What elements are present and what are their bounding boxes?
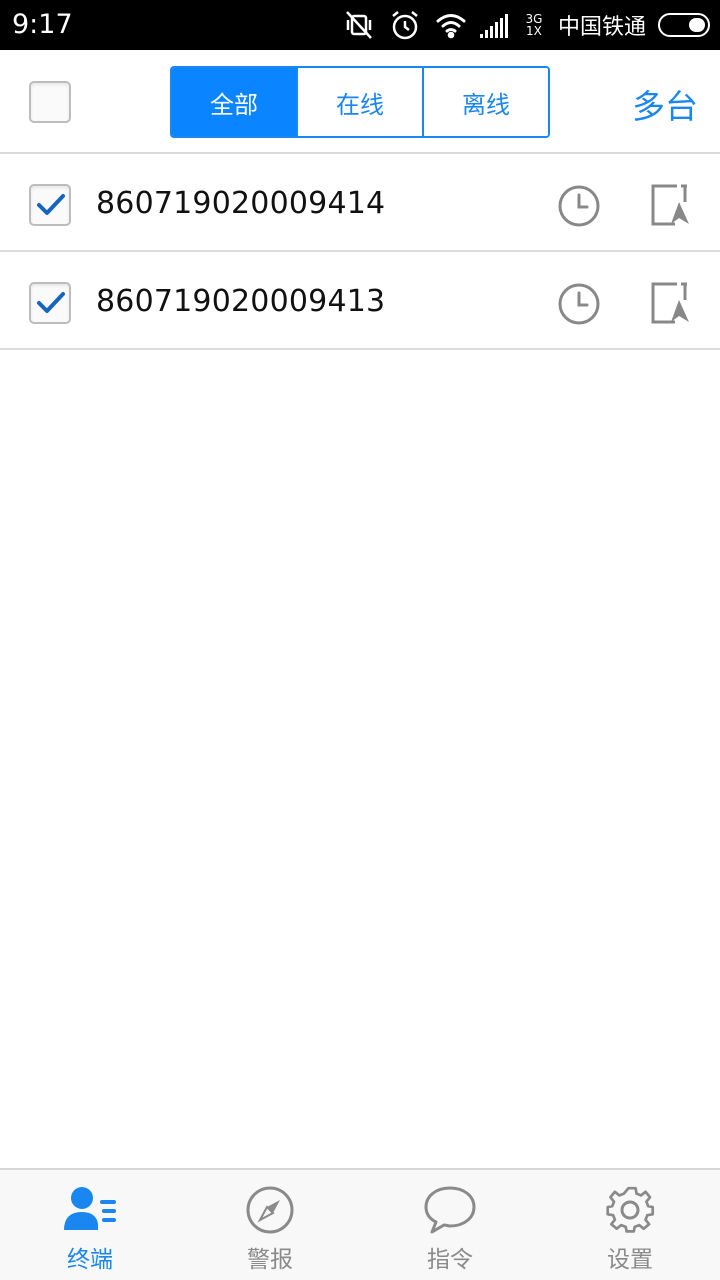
network-type-bottom: 1X — [526, 24, 542, 38]
network-type: 3G 1X — [522, 13, 546, 37]
device-checkbox[interactable] — [29, 184, 71, 226]
device-id: 860719020009414 — [96, 186, 386, 221]
status-filter-segment: 全部 在线 离线 — [170, 66, 550, 138]
status-bar: 9:17 3G 1X 中国铁通 — [0, 0, 720, 50]
status-time: 9:17 — [12, 9, 73, 40]
tab-command[interactable]: 指令 — [360, 1170, 540, 1280]
wifi-icon — [434, 8, 468, 42]
segment-online[interactable]: 在线 — [296, 68, 422, 136]
segment-all[interactable]: 全部 — [172, 68, 296, 136]
device-row[interactable]: 860719020009414 — [0, 154, 720, 252]
tab-alarm[interactable]: 警报 — [180, 1170, 360, 1280]
clock-icon[interactable] — [557, 184, 601, 228]
vibrate-off-icon — [342, 8, 376, 42]
segment-offline[interactable]: 离线 — [422, 68, 548, 136]
navigation-map-icon[interactable] — [647, 182, 691, 228]
select-all-checkbox[interactable] — [29, 81, 71, 123]
chat-bubble-icon — [424, 1186, 476, 1234]
device-id: 860719020009413 — [96, 284, 386, 319]
check-mark-icon — [37, 194, 65, 215]
tab-terminal[interactable]: 终端 — [0, 1170, 180, 1280]
tab-command-label: 指令 — [427, 1247, 473, 1273]
device-checkbox[interactable] — [29, 282, 71, 324]
gear-icon — [606, 1186, 655, 1233]
bottom-navigation: 终端 警报 指令 设置 — [0, 1168, 720, 1280]
tab-settings[interactable]: 设置 — [540, 1170, 720, 1280]
signal-icon — [479, 8, 510, 42]
tab-alarm-label: 警报 — [247, 1247, 293, 1273]
clock-icon[interactable] — [557, 282, 601, 326]
tab-terminal-label: 终端 — [67, 1247, 113, 1273]
check-mark-icon — [37, 292, 65, 313]
multi-device-button[interactable]: 多台 — [632, 80, 698, 128]
carrier-name: 中国铁通 — [557, 15, 646, 40]
compass-icon — [246, 1186, 294, 1234]
battery-icon — [658, 13, 710, 37]
tab-settings-label: 设置 — [607, 1247, 653, 1273]
device-row[interactable]: 860719020009413 — [0, 252, 720, 350]
terminal-user-icon — [64, 1187, 116, 1230]
navigation-map-icon[interactable] — [647, 280, 691, 326]
filter-bar: 全部 在线 离线 多台 — [0, 50, 720, 154]
alarm-icon — [388, 8, 422, 42]
